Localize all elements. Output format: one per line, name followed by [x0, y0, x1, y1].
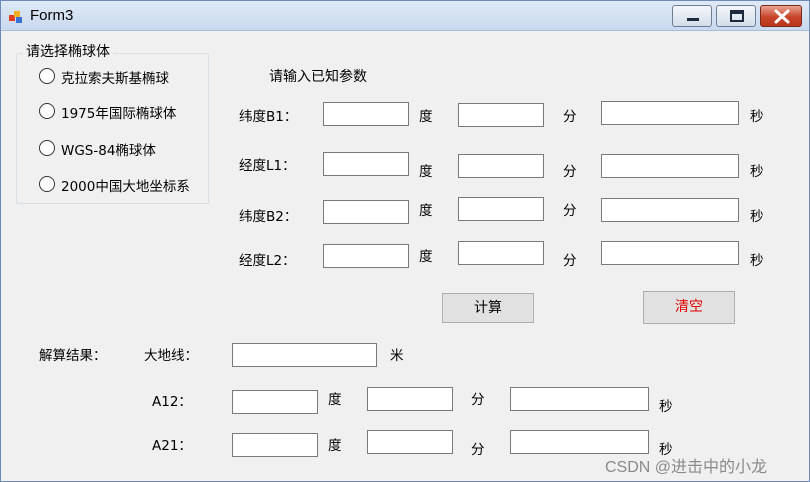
a12-second-unit: 秒	[659, 399, 673, 415]
b2-second-input[interactable]	[601, 198, 739, 222]
a21-minute-output[interactable]	[367, 430, 453, 454]
l2-degree-input[interactable]	[323, 244, 409, 268]
minimize-button[interactable]	[672, 5, 712, 27]
minimize-icon	[687, 18, 699, 21]
close-icon	[774, 9, 790, 24]
b1-minute-input[interactable]	[458, 103, 544, 127]
radio-label-krasovsky[interactable]: 克拉索夫斯基椭球	[61, 67, 169, 87]
l2-second-input[interactable]	[601, 241, 739, 265]
geodesic-output[interactable]	[232, 343, 377, 367]
l2-minute-unit: 分	[563, 253, 577, 269]
radio-label-1975[interactable]: 1975年国际椭球体	[61, 102, 176, 122]
l1-degree-input[interactable]	[323, 152, 409, 176]
a21-minute-unit: 分	[471, 442, 485, 458]
a12-label: A12：	[152, 394, 192, 410]
b1-second-unit: 秒	[750, 109, 764, 125]
a21-degree-output[interactable]	[232, 433, 318, 457]
radio-ellipsoid-krasovsky[interactable]	[39, 68, 55, 84]
b1-degree-input[interactable]	[323, 102, 409, 126]
ellipsoid-group-title: 请选择椭球体	[23, 41, 113, 61]
title-bar[interactable]: Form3	[1, 1, 809, 31]
b2-minute-unit: 分	[563, 203, 577, 219]
clear-button[interactable]: 清空	[643, 291, 735, 324]
b2-second-unit: 秒	[750, 209, 764, 225]
a21-label: A21：	[152, 438, 192, 454]
known-params-title: 请输入已知参数	[269, 69, 367, 85]
l2-second-unit: 秒	[750, 253, 764, 269]
b2-degree-input[interactable]	[323, 200, 409, 224]
app-icon	[9, 11, 22, 23]
a12-degree-output[interactable]	[232, 390, 318, 414]
l1-minute-input[interactable]	[458, 154, 544, 178]
radio-ellipsoid-wgs84[interactable]	[39, 140, 55, 156]
b1-second-input[interactable]	[601, 101, 739, 125]
radio-ellipsoid-cgcs2000[interactable]	[39, 176, 55, 192]
l1-second-input[interactable]	[601, 154, 739, 178]
b1-degree-unit: 度	[419, 109, 433, 125]
results-title: 解算结果：	[39, 348, 107, 364]
a12-second-output[interactable]	[510, 387, 649, 411]
a21-second-output[interactable]	[510, 430, 649, 454]
a12-degree-unit: 度	[328, 392, 342, 408]
close-button[interactable]	[760, 5, 802, 27]
b2-minute-input[interactable]	[458, 197, 544, 221]
maximize-button[interactable]	[716, 5, 756, 27]
a12-minute-output[interactable]	[367, 387, 453, 411]
l2-degree-unit: 度	[419, 249, 433, 265]
a21-degree-unit: 度	[328, 438, 342, 454]
l1-degree-unit: 度	[419, 164, 433, 180]
l2-label: 经度L2：	[239, 253, 296, 269]
radio-ellipsoid-1975[interactable]	[39, 103, 55, 119]
radio-label-wgs84[interactable]: WGS-84椭球体	[61, 139, 156, 159]
maximize-icon	[730, 10, 744, 22]
form3-window: Form3 请选择椭球体 克拉索夫斯基椭球 1975年国际椭球体 WGS-84椭…	[0, 0, 810, 482]
b1-minute-unit: 分	[563, 109, 577, 125]
csdn-watermark: CSDN @进击中的小龙	[605, 459, 768, 476]
radio-label-cgcs2000[interactable]: 2000中国大地坐标系	[61, 175, 190, 195]
geodesic-unit: 米	[390, 348, 404, 364]
b2-label: 纬度B2：	[239, 209, 298, 225]
l1-second-unit: 秒	[750, 164, 764, 180]
calculate-button[interactable]: 计算	[442, 293, 534, 323]
l2-minute-input[interactable]	[458, 241, 544, 265]
a12-minute-unit: 分	[471, 392, 485, 408]
l1-label: 经度L1：	[239, 158, 296, 174]
l1-minute-unit: 分	[563, 164, 577, 180]
b1-label: 纬度B1：	[239, 109, 298, 125]
geodesic-label: 大地线：	[144, 348, 198, 364]
b2-degree-unit: 度	[419, 203, 433, 219]
window-title: Form3	[30, 7, 74, 24]
